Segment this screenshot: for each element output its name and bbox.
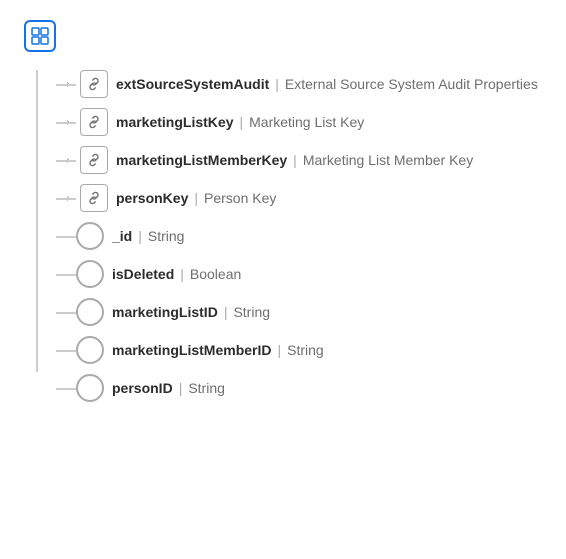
field-desc-_id: String — [148, 228, 185, 244]
field-name-marketingListID: marketingListID — [112, 304, 218, 320]
field-name-marketingListKey: marketingListKey — [116, 114, 233, 130]
root-schema-icon — [24, 20, 56, 52]
field-desc-personKey: Person Key — [204, 190, 276, 206]
field-divider-marketingListMemberKey: | — [293, 152, 297, 168]
object-icon-marketingListMemberKey — [80, 146, 108, 174]
field-divider-isDeleted: | — [180, 266, 184, 282]
circle-icon-marketingListID — [76, 298, 104, 326]
root-node — [20, 20, 566, 52]
circle-icon-isDeleted — [76, 260, 104, 288]
field-divider-marketingListID: | — [224, 304, 228, 320]
field-divider-marketingListMemberID: | — [277, 342, 281, 358]
field-name-marketingListMemberKey: marketingListMemberKey — [116, 152, 287, 168]
field-name-personKey: personKey — [116, 190, 188, 206]
field-divider-marketingListKey: | — [239, 114, 243, 130]
field-divider-personID: | — [179, 380, 183, 396]
tree-body: › extSourceSystemAudit | External Source S… — [20, 70, 566, 402]
field-desc-isDeleted: Boolean — [190, 266, 241, 282]
field-desc-marketingListMemberID: String — [287, 342, 324, 358]
field-name-isDeleted: isDeleted — [112, 266, 174, 282]
field-divider-personKey: | — [194, 190, 198, 206]
tree-row-marketingListMemberKey: › marketingListMemberKey | Marketing List … — [40, 146, 566, 174]
field-divider-extSourceSystemAudit: | — [275, 76, 279, 92]
tree-row-marketingListID: marketingListID | String — [40, 298, 566, 326]
field-divider-_id: | — [138, 228, 142, 244]
field-name-_id: _id — [112, 228, 132, 244]
field-desc-extSourceSystemAudit: External Source System Audit Properties — [285, 76, 538, 92]
field-name-marketingListMemberID: marketingListMemberID — [112, 342, 271, 358]
object-icon-marketingListKey — [80, 108, 108, 136]
tree-row-personKey: › personKey | Person Key — [40, 184, 566, 212]
schema-tree: › extSourceSystemAudit | External Source S… — [20, 20, 566, 402]
expand-arrow-marketingListKey[interactable]: › — [60, 114, 76, 130]
expand-arrow-marketingListMemberKey[interactable]: › — [60, 152, 76, 168]
tree-row-_id: _id | String — [40, 222, 566, 250]
expand-arrow-extSourceSystemAudit[interactable]: › — [60, 76, 76, 92]
object-icon-extSourceSystemAudit — [80, 70, 108, 98]
field-desc-marketingListID: String — [233, 304, 270, 320]
tree-row-marketingListMemberID: marketingListMemberID | String — [40, 336, 566, 364]
field-desc-personID: String — [188, 380, 225, 396]
field-name-extSourceSystemAudit: extSourceSystemAudit — [116, 76, 269, 92]
field-desc-marketingListKey: Marketing List Key — [249, 114, 364, 130]
field-desc-marketingListMemberKey: Marketing List Member Key — [303, 152, 473, 168]
tree-row-extSourceSystemAudit: › extSourceSystemAudit | External Source S… — [40, 70, 566, 98]
tree-row-marketingListKey: › marketingListKey | Marketing List Key — [40, 108, 566, 136]
tree-row-isDeleted: isDeleted | Boolean — [40, 260, 566, 288]
object-icon-personKey — [80, 184, 108, 212]
circle-icon-_id — [76, 222, 104, 250]
circle-icon-marketingListMemberID — [76, 336, 104, 364]
tree-row-personID: personID | String — [40, 374, 566, 402]
circle-icon-personID — [76, 374, 104, 402]
expand-arrow-personKey[interactable]: › — [60, 190, 76, 206]
field-name-personID: personID — [112, 380, 173, 396]
